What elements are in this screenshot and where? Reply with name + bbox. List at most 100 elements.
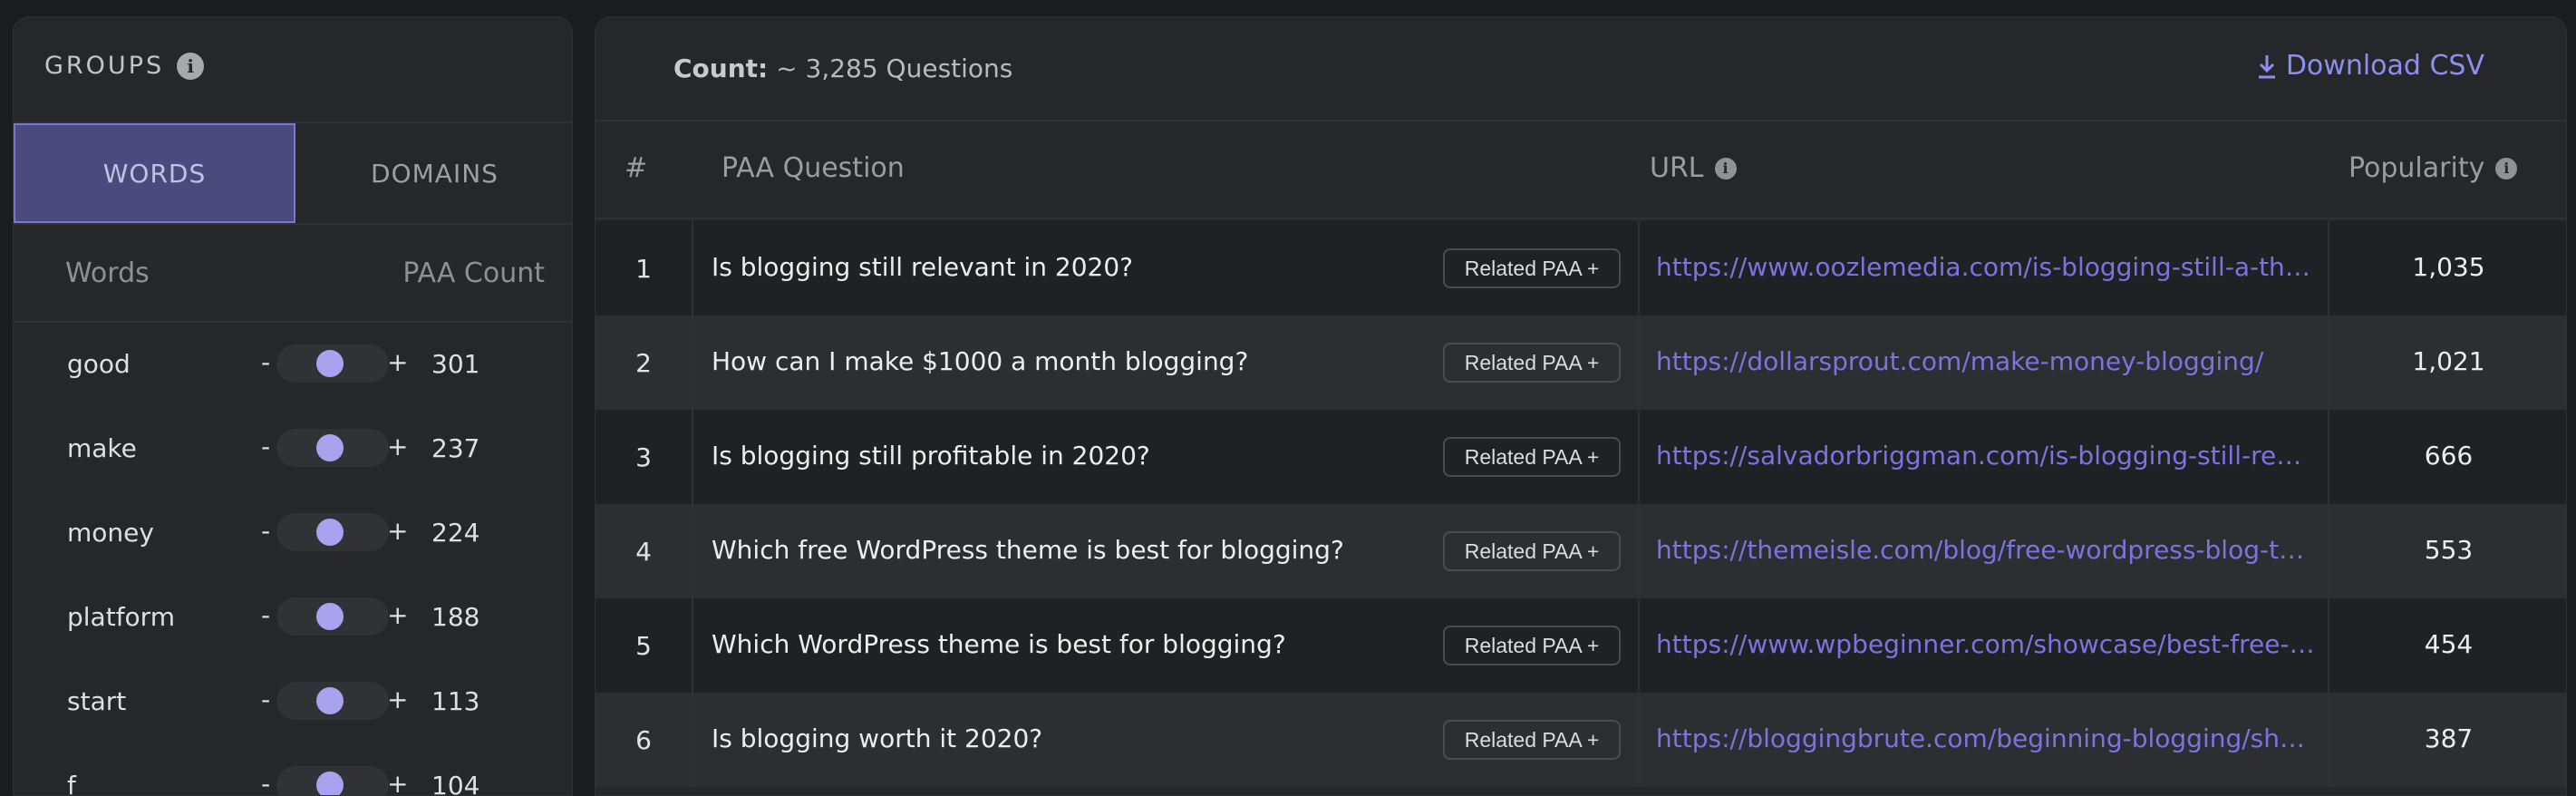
increase-button[interactable]: + <box>387 600 408 630</box>
weight-slider[interactable] <box>276 597 389 636</box>
word-row: f - + 104 <box>14 745 572 796</box>
slider-handle[interactable] <box>316 603 344 630</box>
popularity-value: 666 <box>2424 441 2474 471</box>
popularity-value: 387 <box>2424 723 2474 753</box>
related-paa-button[interactable]: Related PAA + <box>1443 531 1621 571</box>
popularity-value: 454 <box>2424 629 2474 659</box>
word-count: 188 <box>431 602 480 632</box>
url-column-header[interactable]: URL i <box>1650 152 1737 184</box>
paa-question: Which free WordPress theme is best for b… <box>712 535 1344 565</box>
related-paa-button[interactable]: Related PAA + <box>1443 437 1621 477</box>
word-label: money <box>67 518 154 548</box>
url-link[interactable]: https://bloggingbrute.com/beginning-blog… <box>1656 723 2316 753</box>
increase-button[interactable]: + <box>387 516 408 546</box>
slider-handle[interactable] <box>316 772 344 795</box>
info-icon[interactable]: i <box>2495 157 2518 180</box>
word-label: good <box>67 349 131 379</box>
table-row: 5 Which WordPress theme is best for blog… <box>596 598 2566 693</box>
tab-words[interactable]: WORDS <box>14 123 295 223</box>
weight-slider[interactable] <box>276 513 389 551</box>
url-link[interactable]: https://www.oozlemedia.com/is-blogging-s… <box>1656 252 2316 282</box>
num-column-header: # <box>625 152 648 184</box>
info-icon[interactable]: i <box>177 52 205 80</box>
groups-title: GROUPS <box>44 52 165 80</box>
word-row: platform - + 188 <box>14 577 572 661</box>
words-column-header[interactable]: Words <box>65 257 150 289</box>
row-number: 2 <box>596 315 693 410</box>
download-csv-label: Download CSV <box>2285 50 2484 82</box>
column-divider <box>1638 693 1640 787</box>
paa-question: Which WordPress theme is best for bloggi… <box>712 629 1286 659</box>
results-table-header: # PAA Question URL i Popularity i <box>596 120 2566 219</box>
url-link[interactable]: https://salvadorbriggman.com/is-blogging… <box>1656 441 2316 471</box>
decrease-button[interactable]: - <box>261 516 270 546</box>
decrease-button[interactable]: - <box>261 432 270 461</box>
download-csv-button[interactable]: Download CSV <box>2257 50 2484 82</box>
word-count: 301 <box>431 349 480 379</box>
table-row: 2 How can I make $1000 a month blogging?… <box>596 315 2566 410</box>
weight-slider[interactable] <box>276 682 389 720</box>
related-paa-button[interactable]: Related PAA + <box>1443 720 1621 760</box>
weight-slider[interactable] <box>276 429 389 467</box>
related-paa-button[interactable]: Related PAA + <box>1443 626 1621 665</box>
table-row: 6 Is blogging worth it 2020? Related PAA… <box>596 693 2566 787</box>
increase-button[interactable]: + <box>387 769 408 795</box>
popularity-value: 553 <box>2424 535 2474 565</box>
word-row: make - + 237 <box>14 408 572 492</box>
url-link[interactable]: https://themeisle.com/blog/free-wordpres… <box>1656 535 2316 565</box>
download-icon <box>2258 54 2275 78</box>
word-label: platform <box>67 602 175 632</box>
words-table-header: Words PAA Count <box>14 223 572 323</box>
tab-domains[interactable]: DOMAINS <box>295 123 572 223</box>
slider-handle[interactable] <box>316 434 344 461</box>
popularity-value: 1,021 <box>2412 346 2485 376</box>
word-label: f <box>67 771 76 796</box>
count-label: Count: <box>673 53 769 83</box>
table-row: 3 Is blogging still profitable in 2020? … <box>596 410 2566 504</box>
weight-slider[interactable] <box>276 345 389 383</box>
word-label: make <box>67 433 137 463</box>
increase-button[interactable]: + <box>387 347 408 377</box>
word-label: start <box>67 686 127 716</box>
paa-question: Is blogging still profitable in 2020? <box>712 441 1150 471</box>
question-column-header[interactable]: PAA Question <box>721 152 905 184</box>
results-panel: Count: ~ 3,285 Questions Download CSV # … <box>595 16 2567 796</box>
slider-handle[interactable] <box>316 519 344 546</box>
url-link[interactable]: https://www.wpbeginner.com/showcase/best… <box>1656 629 2316 659</box>
paa-question: Is blogging still relevant in 2020? <box>712 252 1134 282</box>
groups-tabs: WORDS DOMAINS <box>14 121 572 225</box>
paa-count-column-header[interactable]: PAA Count <box>402 257 545 289</box>
increase-button[interactable]: + <box>387 432 408 461</box>
popularity-value: 1,035 <box>2412 252 2485 282</box>
related-paa-button[interactable]: Related PAA + <box>1443 248 1621 288</box>
increase-button[interactable]: + <box>387 684 408 714</box>
column-divider <box>1638 410 1640 504</box>
column-divider <box>1638 598 1640 693</box>
info-icon[interactable]: i <box>1714 157 1737 180</box>
table-row: 4 Which free WordPress theme is best for… <box>596 504 2566 598</box>
related-paa-button[interactable]: Related PAA + <box>1443 343 1621 383</box>
row-number: 6 <box>596 693 693 787</box>
url-link[interactable]: https://dollarsprout.com/make-money-blog… <box>1656 346 2316 376</box>
popularity-column-label: Popularity <box>2348 152 2485 184</box>
word-count: 113 <box>431 686 480 716</box>
popularity-column-header[interactable]: Popularity i <box>2348 152 2518 184</box>
decrease-button[interactable]: - <box>261 684 270 714</box>
url-column-label: URL <box>1650 152 1704 184</box>
row-number: 3 <box>596 410 693 504</box>
paa-question: How can I make $1000 a month blogging? <box>712 346 1249 376</box>
word-count: 237 <box>431 433 480 463</box>
decrease-button[interactable]: - <box>261 769 270 795</box>
decrease-button[interactable]: - <box>261 600 270 630</box>
groups-panel: GROUPS i WORDS DOMAINS Words PAA Count g… <box>13 16 573 796</box>
word-row: good - + 301 <box>14 324 572 408</box>
row-number: 4 <box>596 504 693 598</box>
word-count: 224 <box>431 518 480 548</box>
word-row: start - + 113 <box>14 661 572 745</box>
results-count: Count: ~ 3,285 Questions <box>673 53 1012 83</box>
slider-handle[interactable] <box>316 350 344 377</box>
count-value: ~ 3,285 Questions <box>776 53 1013 83</box>
decrease-button[interactable]: - <box>261 347 270 377</box>
slider-handle[interactable] <box>316 687 344 714</box>
column-divider <box>1638 221 1640 315</box>
